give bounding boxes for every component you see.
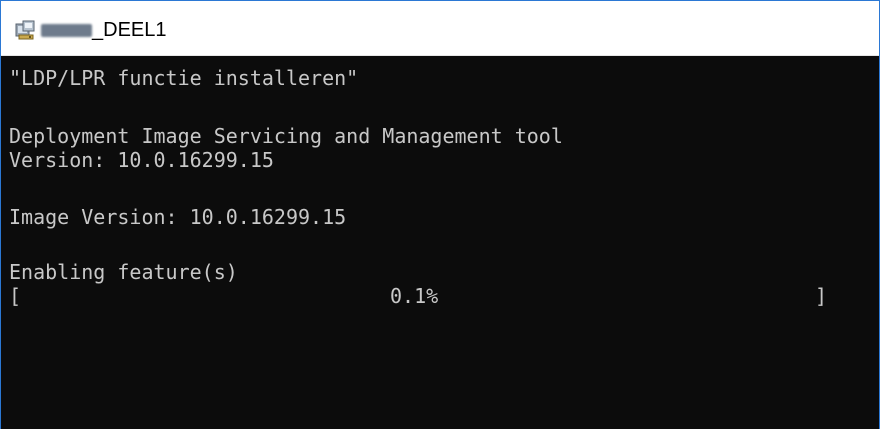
batch-file-icon — [15, 20, 35, 40]
console-line-enabling-features: Enabling feature(s) — [9, 260, 238, 284]
window-title: _DEEL1 — [92, 19, 167, 41]
console-window[interactable]: _DEEL1 "LDP/LPR functie installeren" Dep… — [0, 0, 880, 429]
console-line-image-version: Image Version: 10.0.16299.15 — [9, 205, 347, 229]
progress-open-bracket: [ — [9, 284, 22, 308]
progress-percent: 0.1% — [390, 284, 439, 308]
redacted-title-prefix — [41, 24, 92, 37]
console-line-tool-name: Deployment Image Servicing and Managemen… — [9, 124, 563, 148]
console-output[interactable]: "LDP/LPR functie installeren" Deployment… — [1, 56, 879, 429]
console-line-version: Version: 10.0.16299.15 — [9, 148, 274, 172]
console-line-title: "LDP/LPR functie installeren" — [9, 66, 359, 90]
progress-close-bracket: ] — [815, 284, 828, 308]
title-bar[interactable]: _DEEL1 — [1, 1, 879, 56]
